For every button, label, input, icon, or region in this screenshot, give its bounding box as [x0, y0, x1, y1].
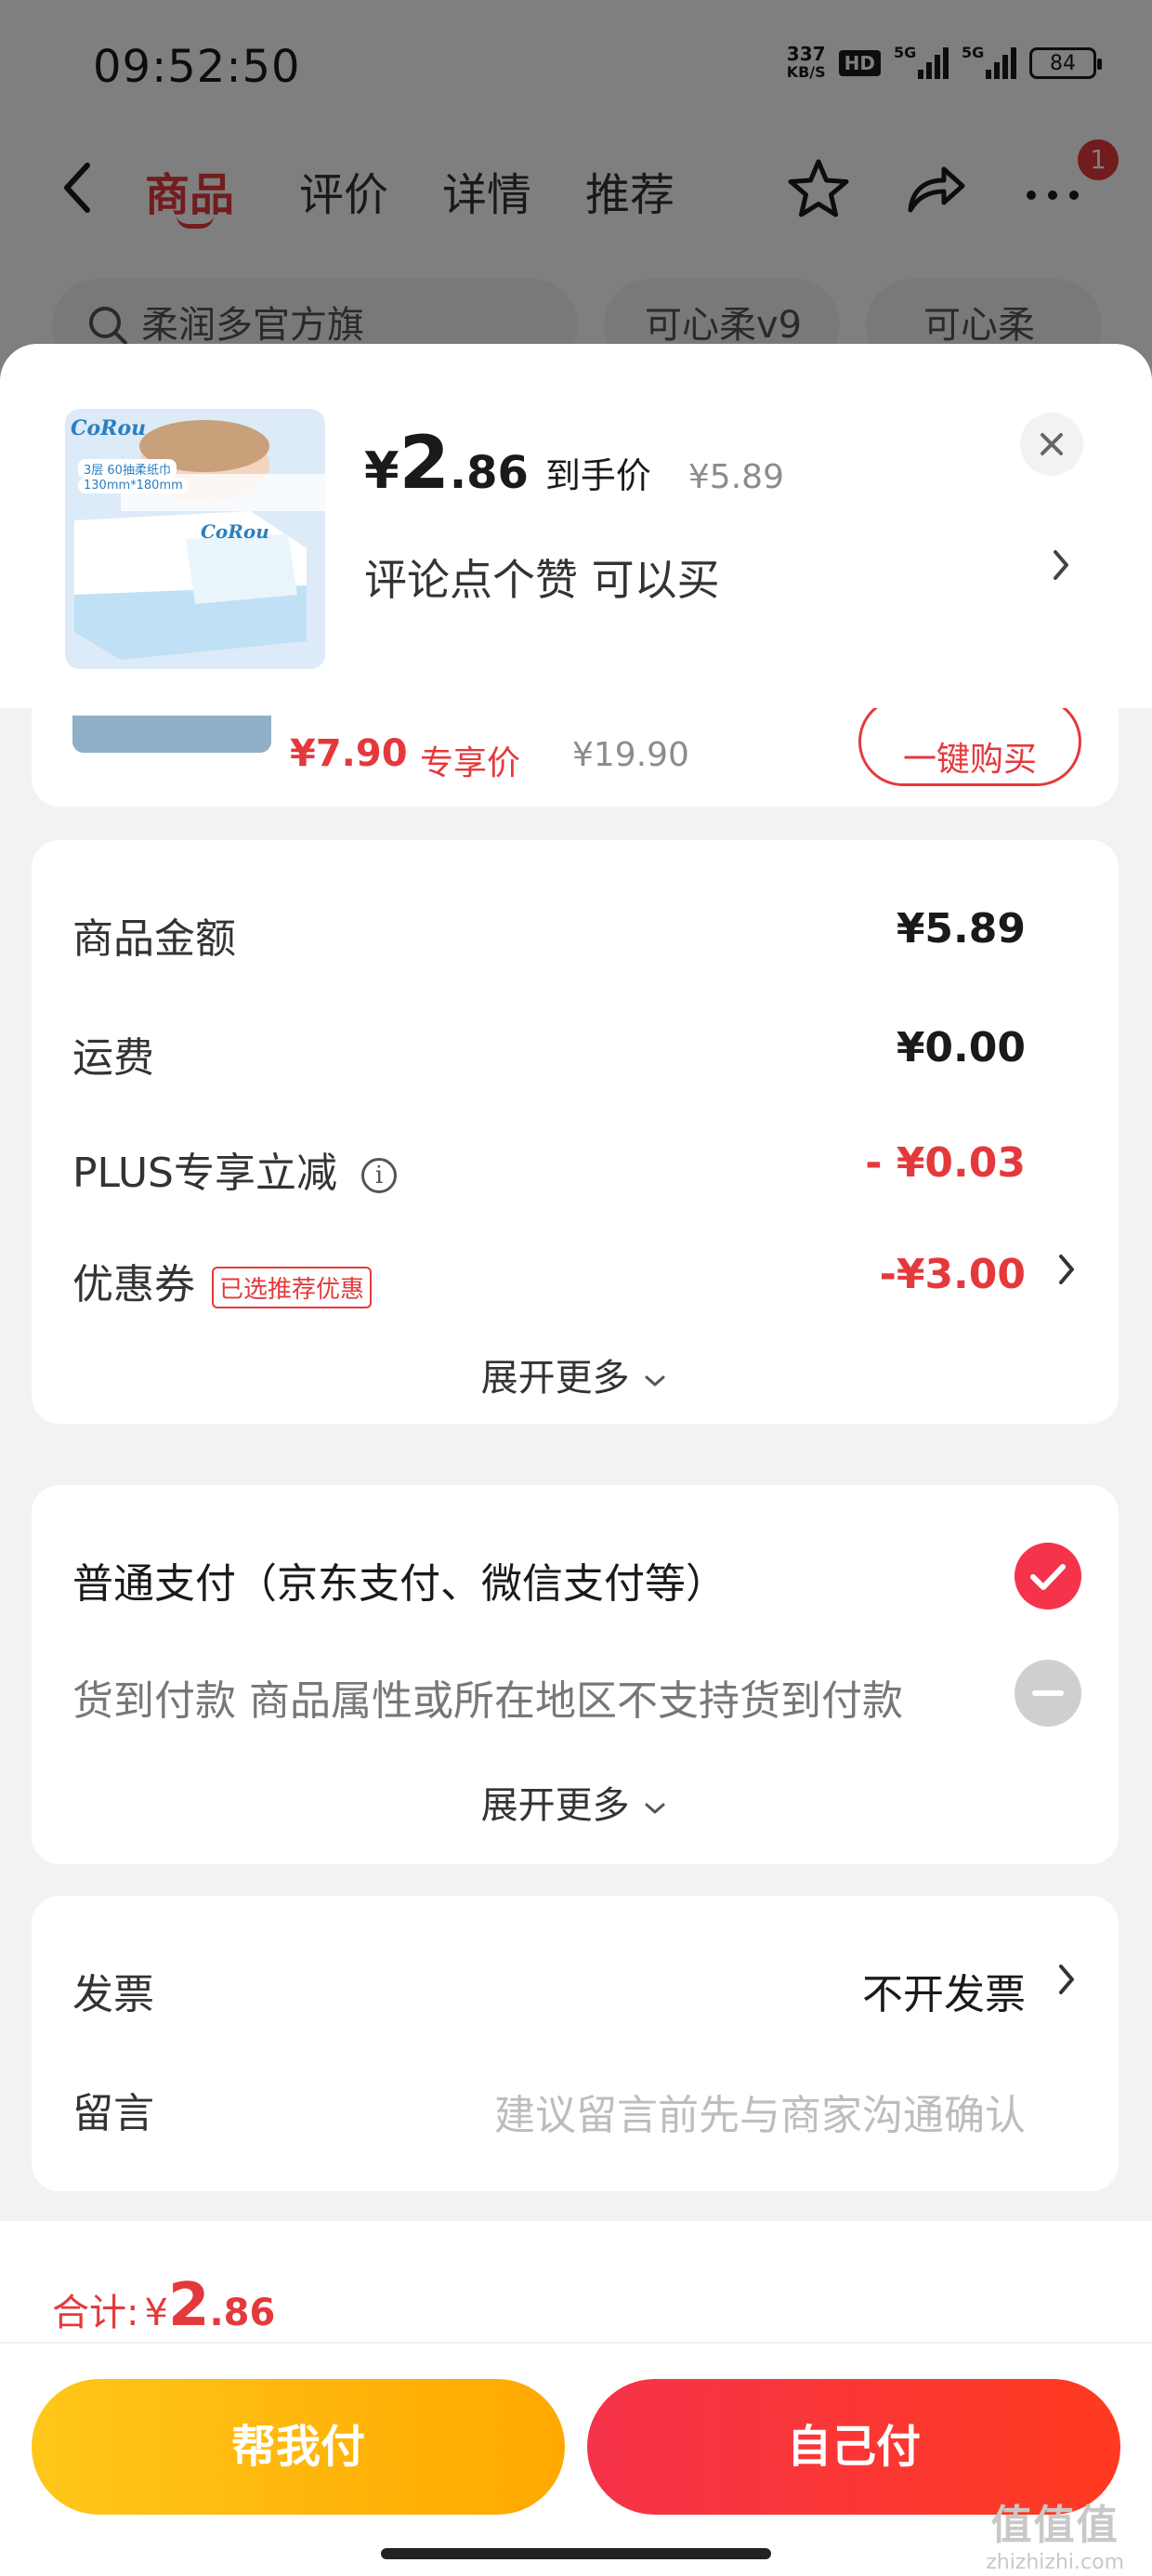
dim-overlay[interactable]: [0, 0, 1152, 390]
order-total: 合计: ¥ 2 .86: [52, 2271, 276, 2340]
close-icon: [1041, 433, 1063, 455]
payment-option-cod: 货到付款 商品属性或所在地区不支持货到付款: [72, 1658, 1081, 1732]
peek-original-price: ¥19.90: [572, 736, 689, 774]
watermark: 值值值 zhizhizhi.com: [986, 2502, 1124, 2574]
help-pay-button[interactable]: 帮我付: [32, 2379, 565, 2515]
product-image: CoRou 3层 60抽柔纸巾 130mm*180mm CoRou: [65, 409, 325, 669]
payment-option-normal[interactable]: 普通支付（京东支付、微信支付等）: [72, 1541, 1081, 1615]
product-header: CoRou 3层 60抽柔纸巾 130mm*180mm CoRou ¥ 2 .8…: [0, 344, 1152, 708]
brand-logo: CoRou: [71, 416, 147, 440]
message-input[interactable]: 建议留言前先与商家沟通确认: [494, 2082, 1026, 2141]
product-spec-1: 3层 60抽柔纸巾: [78, 459, 177, 479]
close-button[interactable]: [1020, 413, 1083, 476]
peek-price: ¥7.90: [290, 732, 408, 775]
chevron-right-icon[interactable]: [1055, 1251, 1078, 1298]
summary-row-plus: PLUS专享立减 i - ¥0.03: [72, 1139, 1026, 1197]
chevron-right-icon[interactable]: [1050, 543, 1072, 595]
brand-logo-pack: CoRou: [201, 520, 269, 543]
checkout-sheet: ¥7.90 专享价 ¥19.90 一键购买 CoRou 3层 60抽柔纸巾 13…: [0, 344, 1152, 2576]
divider: [0, 2342, 1152, 2344]
peek-price-tag: 专享价: [420, 744, 521, 782]
product-spec-2: 130mm*180mm: [78, 478, 189, 493]
original-price: ¥5.89: [687, 458, 784, 496]
product-price: ¥ 2 .86 到手价 ¥5.89: [364, 422, 784, 506]
invoice-row[interactable]: 发票 不开发票: [72, 1952, 1078, 2026]
checkout-bar: 合计: ¥ 2 .86 帮我付 自己付 值值值 zhizhizhi.com: [0, 2221, 1152, 2576]
promo-text[interactable]: 评论点个赞 可以买: [364, 546, 720, 608]
chevron-right-icon[interactable]: [1055, 1961, 1078, 2008]
chevron-down-icon: [645, 1803, 665, 1814]
payment-card: 普通支付（京东支付、微信支付等） 货到付款 商品属性或所在地区不支持货到付款 展…: [32, 1485, 1119, 1864]
summary-row-coupon[interactable]: 优惠券 已选推荐优惠 -¥3.00: [72, 1242, 1078, 1316]
summary-row-goods: 商品金额 ¥5.89: [72, 905, 1026, 963]
recommended-tag: 已选推荐优惠: [212, 1266, 373, 1308]
peek-thumb: [72, 716, 271, 753]
expand-more-button[interactable]: 展开更多: [32, 1347, 1119, 1401]
info-icon[interactable]: i: [361, 1158, 397, 1193]
quick-buy-button[interactable]: 一键购买: [858, 697, 1081, 786]
message-row: 留言 建议留言前先与商家沟通确认: [72, 2070, 1078, 2145]
chevron-down-icon: [645, 1375, 665, 1387]
disabled-icon: [1015, 1660, 1081, 1730]
summary-row-shipping: 运费 ¥0.00: [72, 1024, 1026, 1082]
order-summary-card: 商品金额 ¥5.89 运费 ¥0.00 PLUS专享立减 i - ¥0.03 优惠…: [32, 840, 1119, 1424]
home-indicator[interactable]: [381, 2548, 771, 2559]
extra-info-card: 发票 不开发票 留言 建议留言前先与商家沟通确认: [32, 1896, 1119, 2191]
check-icon[interactable]: [1015, 1543, 1081, 1613]
price-label: 到手价: [544, 455, 651, 496]
self-pay-button[interactable]: 自己付: [587, 2379, 1120, 2515]
expand-more-button[interactable]: 展开更多: [32, 1775, 1119, 1829]
